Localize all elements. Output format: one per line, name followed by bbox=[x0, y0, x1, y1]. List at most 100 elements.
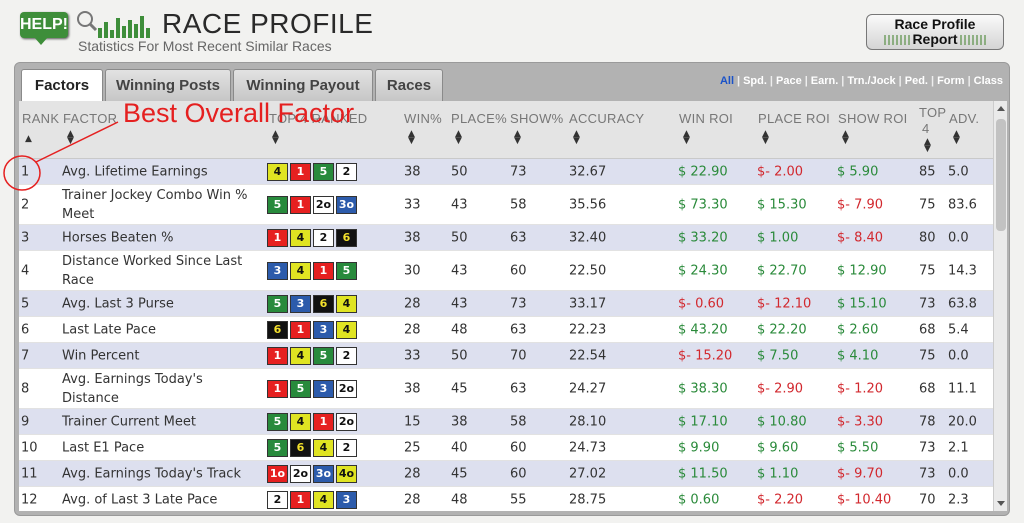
place-roi-cell: $ 7.50 bbox=[757, 348, 799, 363]
factor-name-cell: Distance Worked Since Last Race bbox=[62, 253, 243, 288]
win-roi-cell: $ 17.10 bbox=[678, 414, 728, 429]
col-accuracy[interactable]: ACCURACY bbox=[569, 111, 644, 126]
sort-toggle-icon[interactable]: ▲ ▼ bbox=[924, 138, 931, 154]
table-row[interactable]: 9 Trainer Current Meet 5 4 1 2o 15 38 58 28.10 $ 1… bbox=[19, 409, 993, 435]
tab-factors[interactable]: Factors bbox=[21, 69, 103, 102]
post-position-badge: 1 bbox=[290, 162, 311, 181]
win-pct-cell: 38 bbox=[404, 230, 421, 245]
post-position-badge: 1 bbox=[313, 261, 334, 280]
grip-right-icon bbox=[959, 35, 986, 46]
win-pct-cell: 28 bbox=[404, 492, 421, 507]
scroll-up-icon[interactable] bbox=[997, 106, 1005, 111]
bar-chart-logo-icon bbox=[77, 11, 150, 38]
top4-ranked-cell: 5 4 1 2o bbox=[267, 412, 357, 431]
table-row[interactable]: 8 Avg. Earnings Today's Distance 1 5 3 2o 38 45… bbox=[19, 369, 993, 409]
report-button-line1: Race Profile bbox=[894, 16, 976, 32]
table-row[interactable]: 5 Avg. Last 3 Purse 5 3 6 4 28 43 73 33.17 $- 0.60… bbox=[19, 291, 993, 317]
filter-link-form[interactable]: Form bbox=[937, 75, 965, 87]
sort-toggle-icon[interactable]: ▲ ▼ bbox=[762, 130, 769, 146]
show-pct-cell: 63 bbox=[510, 381, 527, 396]
win-pct-cell: 38 bbox=[404, 381, 421, 396]
accuracy-cell: 22.54 bbox=[569, 348, 607, 363]
filter-link-earn[interactable]: Earn. bbox=[811, 75, 839, 87]
win-pct-cell: 33 bbox=[404, 348, 421, 363]
accuracy-cell: 22.23 bbox=[569, 322, 607, 337]
col-place-pct[interactable]: PLACE% bbox=[451, 111, 507, 126]
filter-separator: | bbox=[898, 75, 902, 87]
col-top4-line2[interactable]: 4 bbox=[922, 121, 930, 136]
tab-winning-payout[interactable]: Winning Payout bbox=[233, 69, 373, 101]
table-row[interactable]: 12 Avg. of Last 3 Late Pace 2 1 4 3 28 48 55 28.7… bbox=[19, 487, 993, 511]
table-row[interactable]: 11 Avg. Earnings Today's Track 1o 2o 3o 4o 28 4… bbox=[19, 461, 993, 487]
show-roi-cell: $- 1.20 bbox=[837, 381, 884, 396]
filter-link-all[interactable]: All bbox=[720, 75, 734, 87]
place-pct-cell: 45 bbox=[451, 381, 468, 396]
adv-cell: 83.6 bbox=[948, 197, 977, 212]
col-place-roi[interactable]: PLACE ROI bbox=[758, 111, 830, 126]
factors-table: RANK FACTOR TOP 4 RANKED WIN% PLACE% SHO… bbox=[19, 101, 993, 511]
filter-separator: | bbox=[737, 75, 741, 87]
post-position-badge: 1 bbox=[290, 490, 311, 509]
sort-toggle-icon[interactable]: ▲ ▼ bbox=[953, 130, 960, 146]
col-win-roi[interactable]: WIN ROI bbox=[679, 111, 733, 126]
col-rank[interactable]: RANK bbox=[22, 111, 59, 126]
table-row[interactable]: 4 Distance Worked Since Last Race 3 4 1 5 30 43… bbox=[19, 251, 993, 291]
tab-races[interactable]: Races bbox=[375, 69, 443, 101]
top4-count-cell: 68 bbox=[919, 322, 936, 337]
top4-ranked-cell: 1426 bbox=[267, 228, 357, 247]
post-position-badge: 2o bbox=[336, 412, 357, 431]
filter-link-trn-jock[interactable]: Trn./Jock bbox=[847, 75, 895, 87]
show-pct-cell: 63 bbox=[510, 322, 527, 337]
sort-toggle-icon[interactable]: ▲ ▼ bbox=[67, 130, 74, 146]
col-adv[interactable]: ADV. bbox=[949, 111, 979, 126]
show-roi-cell: $- 8.40 bbox=[837, 230, 884, 245]
sort-toggle-icon[interactable]: ▲ ▼ bbox=[514, 130, 521, 146]
table-row[interactable]: 10 Last E1 Pace 5 6 4 2 25 40 60 24.73 $ 9.90 $ 9.6… bbox=[19, 435, 993, 461]
col-show-roi[interactable]: SHOW ROI bbox=[838, 111, 908, 126]
factor-name-cell: Avg. Earnings Today's Distance bbox=[62, 371, 203, 406]
rank-cell: 7 bbox=[21, 348, 30, 363]
table-row[interactable]: 3 Horses Beaten % 1 4 2 6 38 50 63 32.40 $ 33.20 $ … bbox=[19, 225, 993, 251]
race-profile-report-button[interactable]: Race Profile Report bbox=[866, 14, 1004, 50]
table-row[interactable]: 7 Win Percent 1 4 5 2 33 50 70 22.54 $- 15.20 $ 7.5… bbox=[19, 343, 993, 369]
sort-toggle-icon[interactable]: ▲ ▼ bbox=[272, 130, 279, 146]
filter-link-ped[interactable]: Ped. bbox=[905, 75, 928, 87]
place-pct-cell: 43 bbox=[451, 296, 468, 311]
sort-toggle-icon[interactable]: ▲ ▼ bbox=[573, 130, 580, 146]
scrollbar-thumb[interactable] bbox=[996, 119, 1006, 231]
table-row[interactable]: 2 Trainer Jockey Combo Win % Meet 5 1 2o 3o 33… bbox=[19, 185, 993, 225]
factor-name-cell: Horses Beaten % bbox=[62, 230, 174, 245]
table-row[interactable]: 6 Last Late Pace 6 1 3 4 28 48 63 22.23 $ 43.20 $ 2… bbox=[19, 317, 993, 343]
col-factor[interactable]: FACTOR bbox=[63, 111, 117, 126]
post-position-badge: 1 bbox=[290, 320, 311, 339]
filter-link-class[interactable]: Class bbox=[974, 75, 1003, 87]
accuracy-cell: 27.02 bbox=[569, 466, 607, 481]
scroll-down-icon[interactable] bbox=[997, 501, 1005, 506]
sort-toggle-icon[interactable]: ▲ ▼ bbox=[683, 130, 690, 146]
rank-cell: 10 bbox=[21, 440, 38, 455]
filter-link-pace[interactable]: Pace bbox=[776, 75, 802, 87]
sort-toggle-icon[interactable]: ▲ ▼ bbox=[455, 130, 462, 146]
post-position-badge: 4 bbox=[290, 228, 311, 247]
filter-link-spd[interactable]: Spd. bbox=[743, 75, 767, 87]
adv-cell: 5.0 bbox=[948, 164, 969, 179]
table-row[interactable]: 1 Avg. Lifetime Earnings 4 1 5 2 38 50 73 32.67 $ … bbox=[19, 159, 993, 185]
col-win-pct[interactable]: WIN% bbox=[404, 111, 442, 126]
post-position-badge: 4 bbox=[267, 162, 288, 181]
place-pct-cell: 50 bbox=[451, 164, 468, 179]
sort-asc-icon[interactable]: ▲ bbox=[25, 134, 32, 144]
sort-toggle-icon[interactable]: ▲ ▼ bbox=[408, 130, 415, 146]
accuracy-cell: 28.10 bbox=[569, 414, 607, 429]
factor-name-cell: Trainer Jockey Combo Win % Meet bbox=[62, 187, 248, 222]
accuracy-cell: 22.50 bbox=[569, 263, 607, 278]
col-top4-line1[interactable]: TOP bbox=[919, 105, 946, 120]
table-scrollbar[interactable] bbox=[993, 101, 1007, 511]
col-show-pct[interactable]: SHOW% bbox=[510, 111, 564, 126]
sort-toggle-icon[interactable]: ▲ ▼ bbox=[842, 130, 849, 146]
post-position-badge: 1o bbox=[267, 464, 288, 483]
post-position-badge: 2 bbox=[313, 228, 334, 247]
top4-count-cell: 75 bbox=[919, 197, 936, 212]
tab-winning-posts[interactable]: Winning Posts bbox=[105, 69, 231, 101]
help-button[interactable]: HELP! bbox=[20, 12, 68, 38]
place-pct-cell: 40 bbox=[451, 440, 468, 455]
